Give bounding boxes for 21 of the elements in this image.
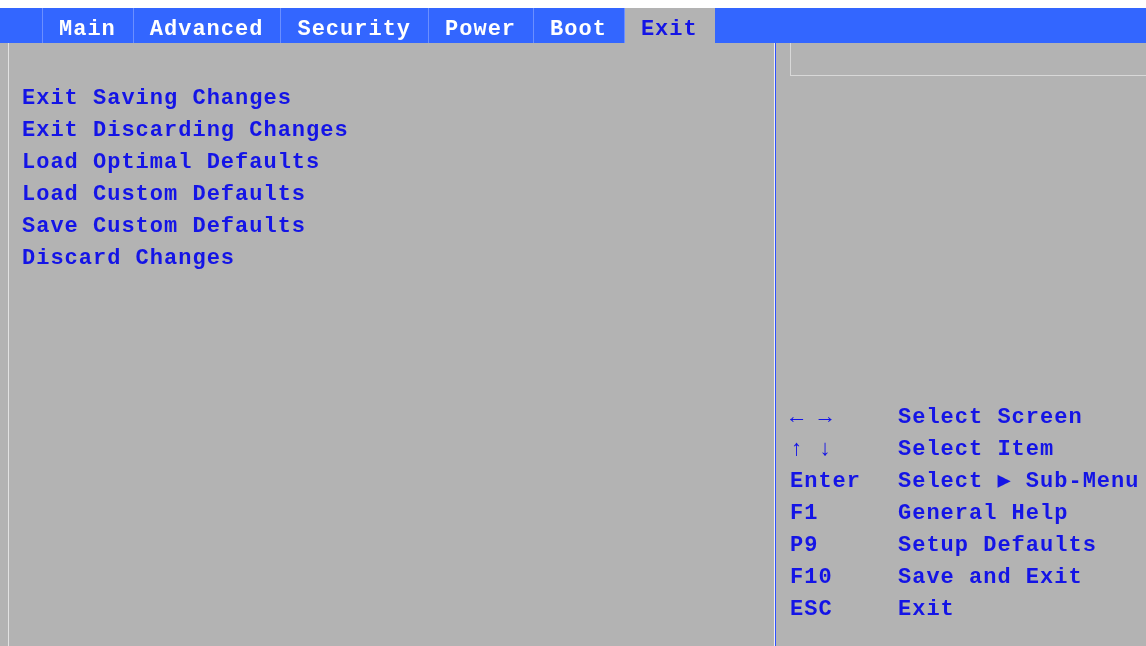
menu-item[interactable]: Exit Discarding Changes: [22, 115, 774, 147]
key-label: F10: [790, 564, 834, 592]
key-label: F1: [790, 500, 820, 528]
key-action: Select Item: [898, 436, 1056, 464]
key-label: P9: [790, 532, 820, 560]
menu-item[interactable]: Exit Saving Changes: [22, 83, 774, 115]
key-action: Select ▶ Sub-Menu: [898, 468, 1141, 496]
key-action: General Help: [898, 500, 1070, 528]
key-action: Select Screen: [898, 404, 1084, 432]
key-label: ← →: [790, 404, 834, 432]
key-label: Enter: [790, 468, 862, 496]
menu-item[interactable]: Discard Changes: [22, 243, 774, 275]
key-label: ESC: [790, 596, 834, 624]
key-label: ↑ ↓: [790, 436, 834, 464]
menu-item[interactable]: Save Custom Defaults: [22, 211, 774, 243]
key-action: Save and Exit: [898, 564, 1084, 592]
key-action: Exit: [898, 596, 956, 624]
key-action: Setup Defaults: [898, 532, 1098, 560]
menu-item[interactable]: Load Custom Defaults: [22, 179, 774, 211]
tab[interactable]: Exit: [623, 8, 715, 43]
menu-item[interactable]: Load Optimal Defaults: [22, 147, 774, 179]
